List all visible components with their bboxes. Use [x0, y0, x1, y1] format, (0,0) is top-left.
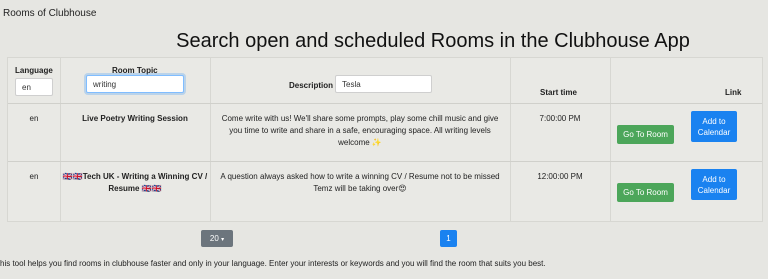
language-label: Language [15, 66, 53, 75]
start-time-header: Start time [540, 88, 577, 97]
row-divider [8, 103, 762, 104]
go-to-room-button[interactable]: Go To Room [617, 125, 674, 144]
row2-topic: 🇬🇧🇬🇧Tech UK - Writing a Winning CV / Res… [62, 172, 208, 193]
row-divider [8, 161, 762, 162]
column-divider [60, 58, 61, 221]
column-divider [510, 58, 511, 221]
row2-description: A question always asked how to write a w… [220, 172, 500, 193]
row1-start-time: 7:00:00 PM [539, 114, 581, 123]
link-header: Link [725, 88, 742, 97]
row2-start-time: 12:00:00 PM [537, 172, 583, 181]
page-size-select[interactable]: 20 ▾ [201, 230, 233, 247]
row1-language: en [29, 114, 39, 123]
page-title: Search open and scheduled Rooms in the C… [176, 30, 690, 52]
brand-title: Rooms of Clubhouse [3, 8, 97, 19]
add-to-calendar-button[interactable]: Add to Calendar [691, 169, 737, 200]
rooms-table: Language Room Topic Description Start ti… [7, 57, 763, 222]
footer-description: his tool helps you find rooms in clubhou… [0, 259, 546, 268]
description-label: Description [289, 81, 334, 90]
row1-description: Come write with us! We'll share some pro… [221, 114, 499, 147]
description-input[interactable] [335, 75, 432, 93]
row2-language: en [29, 172, 39, 181]
topic-label: Room Topic [112, 66, 158, 75]
add-to-calendar-button[interactable]: Add to Calendar [691, 111, 737, 142]
caret-down-icon: ▾ [221, 237, 225, 243]
page-size-value: 20 [209, 234, 219, 243]
page-1-button[interactable]: 1 [440, 230, 457, 247]
go-to-room-button[interactable]: Go To Room [617, 183, 674, 202]
column-divider [210, 58, 211, 221]
topic-input[interactable] [86, 75, 184, 93]
row1-topic: Live Poetry Writing Session [82, 114, 188, 123]
language-input[interactable] [15, 78, 53, 96]
column-divider [610, 58, 611, 221]
